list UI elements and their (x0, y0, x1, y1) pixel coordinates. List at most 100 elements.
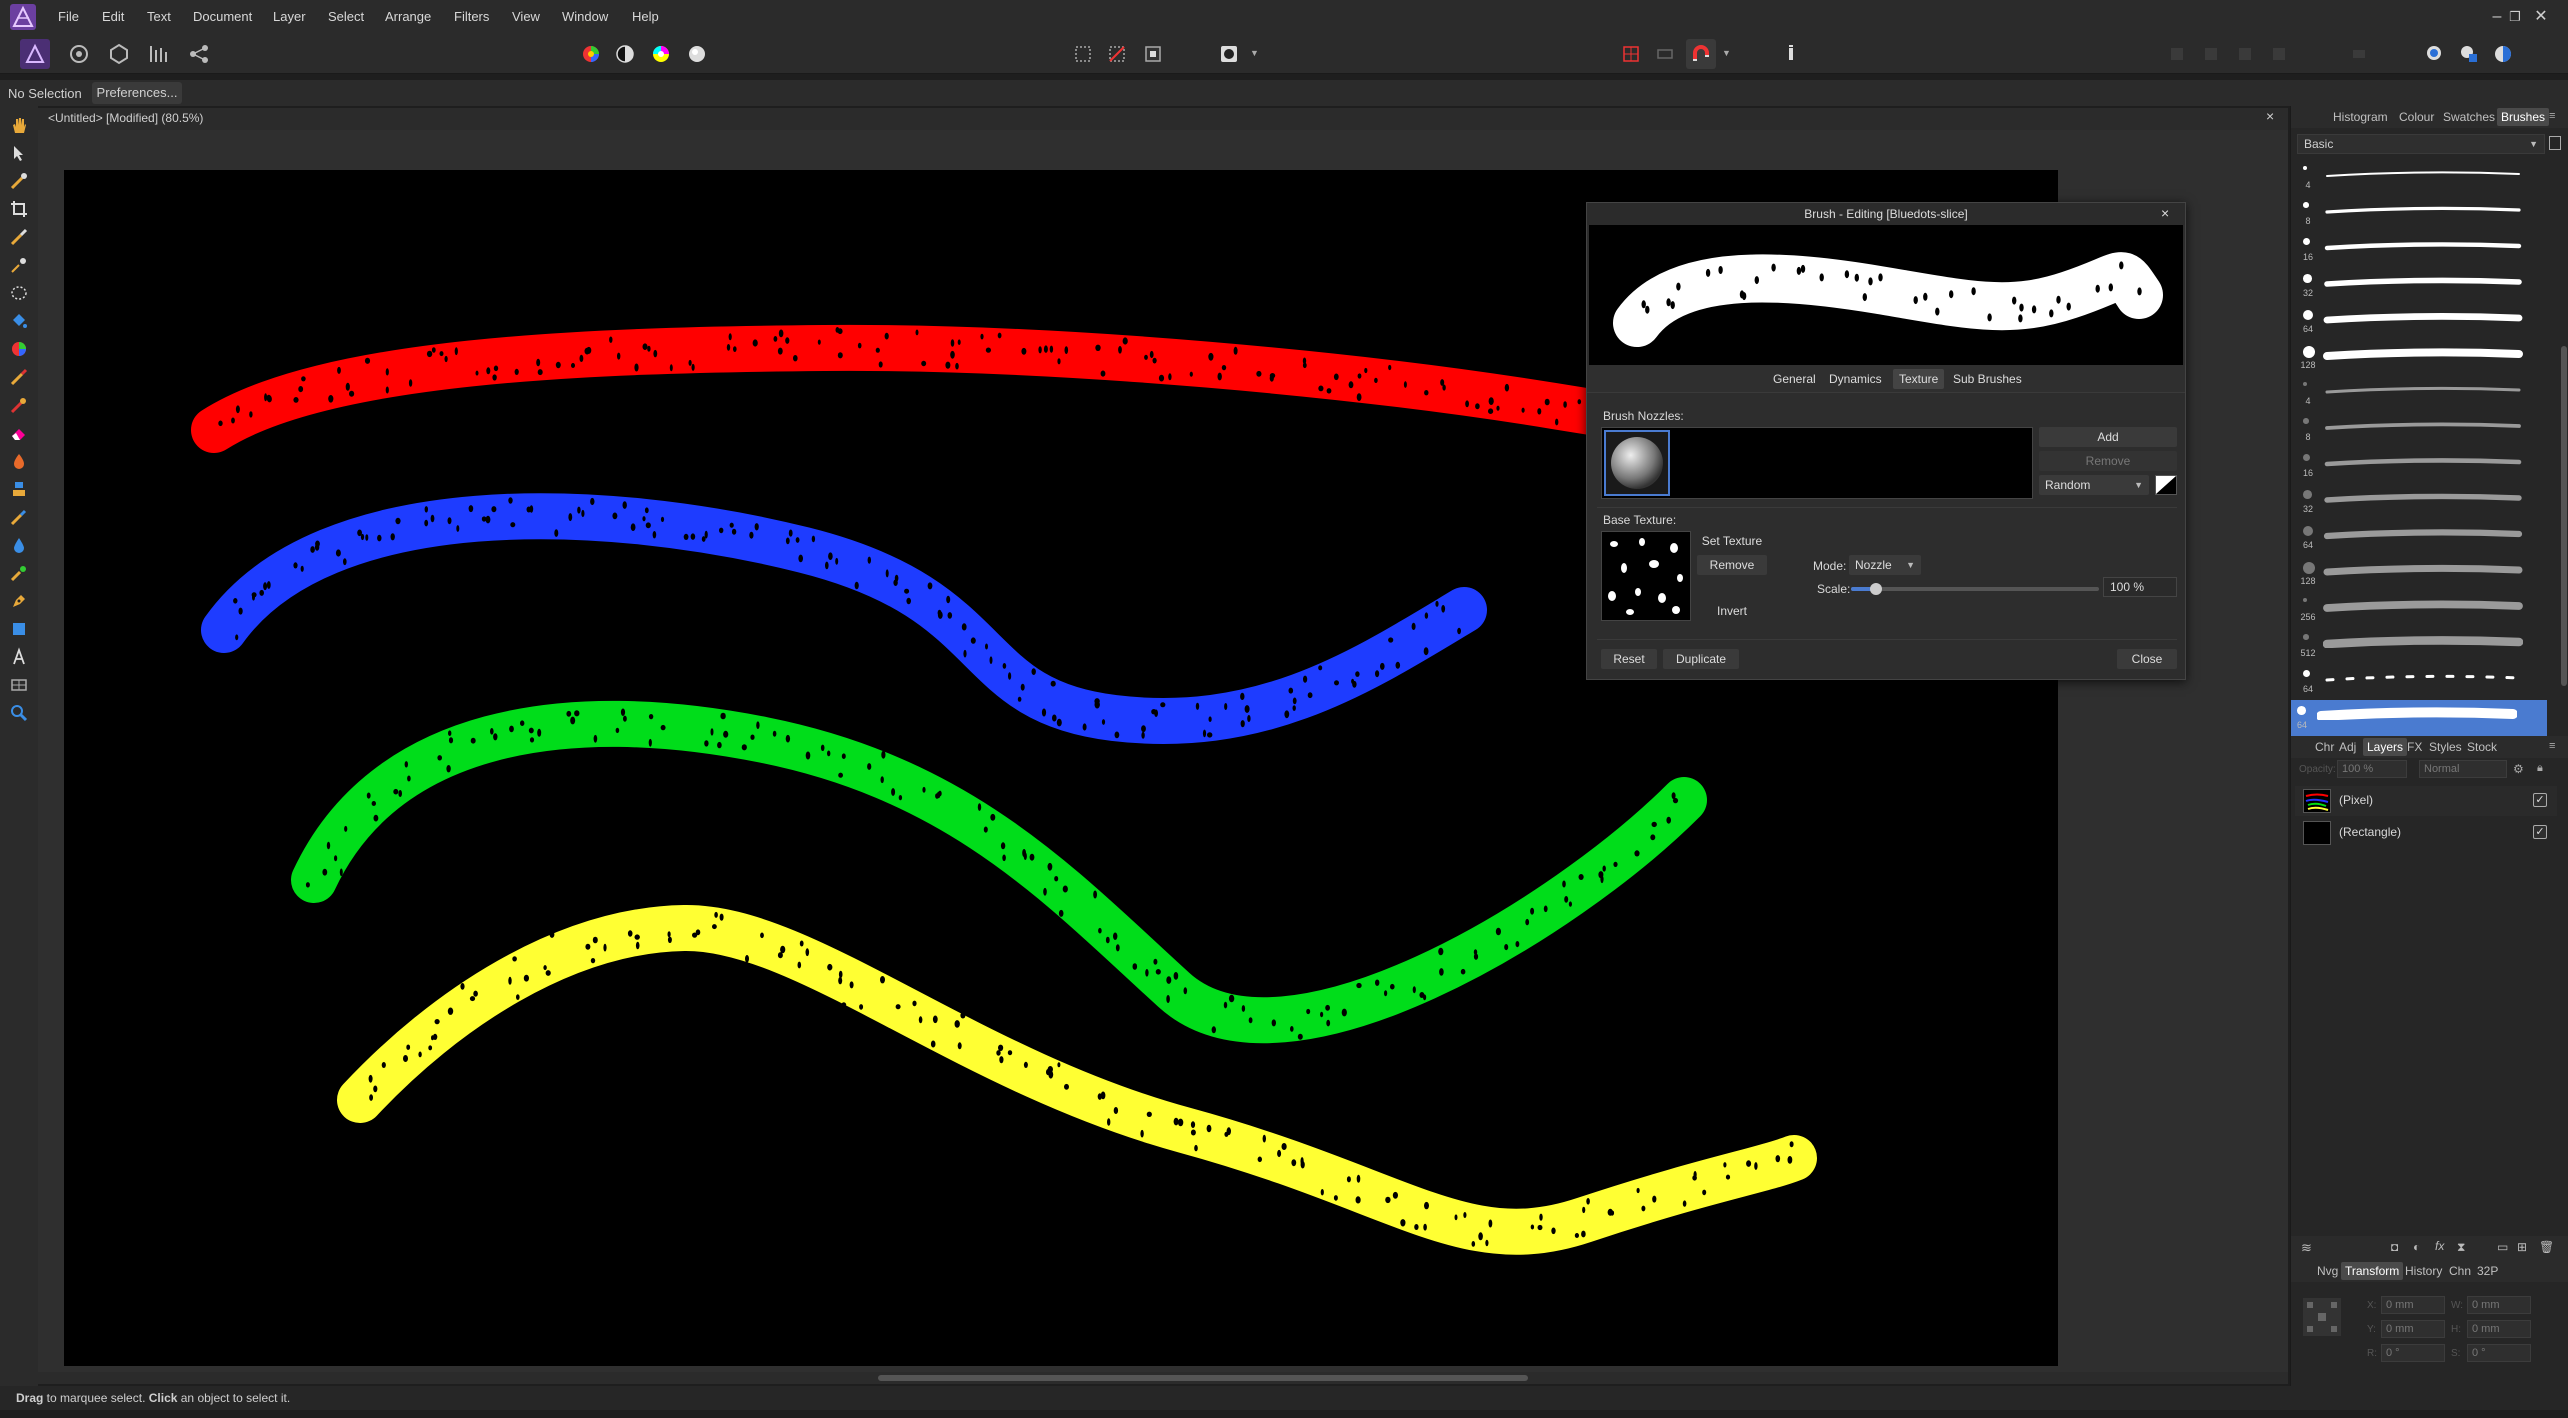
preferences-button[interactable]: Preferences... (92, 82, 182, 104)
brush-list-scrollbar[interactable] (2561, 346, 2567, 686)
nozzle-list[interactable] (1601, 427, 2033, 499)
brush-preset[interactable]: 64 (2297, 520, 2547, 556)
document-tab-title[interactable]: <Untitled> [Modified] (80.5%) (48, 111, 203, 125)
panel-menu-icon[interactable]: ≡ (2549, 740, 2555, 752)
brush-preset[interactable]: 256 (2297, 592, 2547, 628)
selection-marquee-icon[interactable] (1068, 39, 1098, 69)
quick-mask-icon[interactable] (1214, 39, 1244, 69)
chevron-down-icon[interactable]: ▼ (1250, 48, 1259, 58)
set-texture-button[interactable]: Set Texture (1697, 531, 1767, 551)
colour-picker-icon[interactable] (6, 168, 32, 194)
add-layer-icon[interactable]: ⊞ (2517, 1240, 2527, 1254)
shear-field[interactable]: 0 ° (2467, 1344, 2531, 1362)
move-tool-icon[interactable] (6, 140, 32, 166)
mask-icon[interactable]: ◘ (2391, 1240, 2398, 1254)
auto-levels-icon[interactable] (576, 39, 606, 69)
brush-preset[interactable]: 8 (2297, 412, 2547, 448)
anchor-point-selector[interactable] (2303, 1298, 2341, 1336)
layer-visibility-checkbox[interactable]: ✓ (2533, 793, 2547, 807)
reset-button[interactable]: Reset (1601, 649, 1657, 669)
menu-layer[interactable]: Layer (273, 9, 306, 24)
invert-selection-icon[interactable] (1138, 39, 1168, 69)
nozzle-thumbnail[interactable] (1604, 430, 1670, 496)
close-window-icon[interactable]: ✕ (2528, 4, 2554, 30)
close-dialog-icon[interactable]: × (2161, 205, 2169, 221)
menu-filters[interactable]: Filters (454, 9, 489, 24)
auto-contrast-icon[interactable] (610, 39, 640, 69)
snapping-grid-icon[interactable] (1616, 39, 1646, 69)
base-texture-thumbnail[interactable] (1601, 531, 1691, 621)
tab-dynamics[interactable]: Dynamics (1823, 369, 1888, 389)
tab-histogram[interactable]: Histogram (2333, 110, 2388, 124)
horizontal-scroll-thumb[interactable] (878, 1375, 1528, 1381)
inpainting-brush-icon[interactable] (6, 504, 32, 530)
tab-channels[interactable]: Chn (2449, 1264, 2471, 1278)
brush-preset[interactable]: 8 (2297, 196, 2547, 232)
zoom-tool-icon[interactable] (6, 700, 32, 726)
brush-preset[interactable]: 4 (2297, 160, 2547, 196)
tab-transform[interactable]: Transform (2341, 1262, 2404, 1280)
tab-layers[interactable]: Layers (2363, 738, 2408, 756)
invert-texture-button[interactable]: Invert (1697, 601, 1767, 621)
view-mode-icon[interactable] (2454, 39, 2484, 69)
tab-texture[interactable]: Texture (1893, 369, 1945, 389)
layer-visibility-checkbox[interactable]: ✓ (2533, 825, 2547, 839)
menu-view[interactable]: View (512, 9, 540, 24)
auto-colour-icon[interactable] (646, 39, 676, 69)
clone-brush-icon[interactable] (6, 476, 32, 502)
fx-icon[interactable]: fx (2435, 1239, 2444, 1253)
scale-slider-handle[interactable] (1869, 583, 1882, 595)
brush-options-icon[interactable] (2549, 136, 2561, 150)
blend-mode-select[interactable]: Normal (2419, 760, 2507, 778)
selection-brush-icon[interactable] (6, 224, 32, 250)
snapping-magnet-icon[interactable] (1686, 39, 1716, 69)
table-tool-icon[interactable] (6, 672, 32, 698)
paint-brush-icon[interactable] (6, 364, 32, 390)
brush-preset[interactable]: 32 (2297, 484, 2547, 520)
menu-help[interactable]: Help (632, 9, 659, 24)
gear-icon[interactable]: ⚙ (2513, 762, 2524, 776)
w-field[interactable]: 0 mm (2467, 1296, 2531, 1314)
tone-mapping-persona-icon[interactable] (144, 39, 174, 69)
brush-preset[interactable]: 512 (2297, 628, 2547, 664)
colour-replacement-icon[interactable] (6, 392, 32, 418)
brush-preset[interactable]: 16 (2297, 232, 2547, 268)
deselect-icon[interactable] (1102, 39, 1132, 69)
tab-32p[interactable]: 32P (2477, 1264, 2498, 1278)
lock-icon[interactable]: 🔒︎ (2537, 762, 2543, 775)
menu-select[interactable]: Select (328, 9, 364, 24)
tab-fx[interactable]: FX (2407, 740, 2422, 754)
tab-sub-brushes[interactable]: Sub Brushes (1947, 369, 2028, 389)
hourglass-icon[interactable]: ⧗ (2457, 1240, 2465, 1255)
marquee-tool-icon[interactable] (6, 280, 32, 306)
auto-white-balance-icon[interactable] (682, 39, 712, 69)
mode-select[interactable]: Nozzle ▼ (1849, 555, 1921, 575)
menu-window[interactable]: Window (562, 9, 608, 24)
invert-nozzle-icon[interactable] (2155, 475, 2177, 495)
horizontal-scrollbar[interactable] (38, 1372, 2288, 1384)
menu-edit[interactable]: Edit (102, 9, 124, 24)
delete-layer-icon[interactable]: 🗑︎ (2539, 1240, 2554, 1254)
brush-preset[interactable]: 32 (2297, 268, 2547, 304)
mesh-warp-icon[interactable] (6, 560, 32, 586)
layer-row-pixel[interactable]: (Pixel) ✓ (2295, 786, 2557, 816)
menu-arrange[interactable]: Arrange (385, 9, 431, 24)
snapping-options-icon[interactable] (1650, 39, 1680, 69)
brush-preset[interactable]: 64 (2291, 700, 2547, 736)
help-info-icon[interactable] (1776, 39, 1806, 69)
brush-preset[interactable]: 128 (2297, 556, 2547, 592)
menu-file[interactable]: File (58, 9, 79, 24)
assistant-icon[interactable] (2420, 39, 2450, 69)
remove-texture-button[interactable]: Remove (1697, 555, 1767, 575)
menu-document[interactable]: Document (193, 9, 252, 24)
add-nozzle-button[interactable]: Add (2039, 427, 2177, 447)
mode-toggle-icon[interactable] (2488, 39, 2518, 69)
scale-slider-track[interactable] (1851, 583, 2099, 595)
tab-navigator[interactable]: Nvg (2317, 1264, 2338, 1278)
photo-persona-icon[interactable] (20, 39, 50, 69)
brush-preset[interactable]: 4 (2297, 376, 2547, 412)
view-tool-hand-icon[interactable] (6, 112, 32, 138)
chevron-down-icon[interactable]: ▼ (1722, 48, 1731, 58)
crop-tool-icon[interactable] (6, 196, 32, 222)
tab-colour[interactable]: Colour (2399, 110, 2434, 124)
